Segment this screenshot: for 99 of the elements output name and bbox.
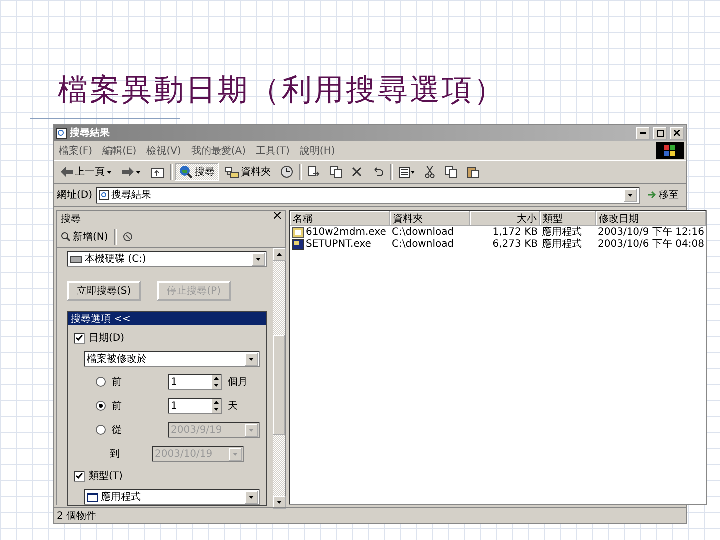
menu-item[interactable]: 檢視(V) [142,144,186,158]
date-type-dropdown[interactable]: 檔案被修改於 [84,351,260,367]
table-cell: C:\download [392,226,454,238]
go-arrow-icon [647,190,657,200]
help-icon[interactable] [123,232,134,242]
undo-icon [372,167,384,177]
table-cell-text: 2003/10/6 下午 04:08 [598,238,704,251]
down-arrow-icon [233,452,238,456]
checkbox[interactable] [74,332,85,344]
globe-search-icon [179,165,193,179]
close-icon [674,130,680,136]
checkbox-label: 日期(D) [89,332,125,345]
radio-label: 前 [112,400,123,413]
check-icon [76,335,83,341]
radio-label: 前 [112,376,123,389]
scrollbar[interactable] [273,248,285,509]
search-page-icon [98,190,109,200]
menu-item[interactable]: 編輯(E) [98,144,142,158]
search-button[interactable]: 搜尋 [175,163,219,181]
table-cell: 6,273 KB [492,238,538,250]
column-header[interactable]: 名稱 [290,211,390,226]
minimize-button[interactable] [636,126,650,140]
radio-button[interactable] [96,377,106,387]
up-arrow-icon [214,401,219,404]
table-cell-text: 應用程式 [542,226,582,238]
new-search-button[interactable]: 新增(N) [61,230,108,244]
table-cell: 1,172 KB [492,226,538,238]
search-options-header[interactable]: 搜尋選項 << [68,312,266,325]
down-arrow-icon [249,496,254,498]
folders-button[interactable]: 資料夾 [221,163,275,181]
down-arrow-icon [136,170,141,174]
column-header[interactable]: 大小 [470,211,540,226]
unit-label: 個月 [228,376,248,389]
menu-item[interactable]: 檔案(F) [54,144,98,158]
number-spinner[interactable]: 1 [168,398,222,414]
up-arrow-icon [277,253,282,256]
checkbox-label: 類型(T) [89,470,123,483]
close-icon[interactable] [274,212,281,219]
down-arrow-icon [107,170,112,174]
copy-icon [445,166,457,178]
number-spinner[interactable]: 1 [168,374,222,390]
right-arrow-icon [122,167,134,177]
go-button[interactable]: 移至 [643,188,683,202]
installer-file-icon [292,238,304,250]
radio-label: 從 [112,424,123,437]
scissors-icon [425,166,435,178]
folder-up-icon [151,166,164,178]
maximize-icon [656,130,664,136]
menu-item[interactable]: 我的最愛(A) [186,144,251,158]
address-label: 網址(D) [57,188,93,202]
unit-label: 天 [228,400,238,413]
down-arrow-icon [214,408,219,411]
copy-icon [330,166,342,178]
column-header[interactable]: 修改日期 [596,211,706,226]
down-arrow-icon [256,258,261,260]
delete-icon [352,167,362,177]
left-arrow-icon [61,167,73,177]
column-header[interactable]: 資料夾 [390,211,470,226]
down-arrow-icon [249,358,254,360]
table-cell-text: 2003/10/9 下午 12:16 [598,226,704,239]
maximize-button[interactable] [653,126,667,140]
checkbox[interactable] [74,470,85,482]
search-now-button[interactable]: 立即搜尋(S) [67,281,142,301]
search-window-icon [56,128,67,138]
check-icon [76,473,83,479]
down-arrow-icon [277,501,282,504]
down-arrow-icon [214,384,219,387]
window-icon [87,492,98,502]
hard-drive-icon [70,256,82,262]
menu-item[interactable]: 工具(T) [251,144,295,158]
slide-title: 檔案異動日期（利用搜尋選項） [58,72,506,110]
table-cell-text: 應用程式 [542,238,582,251]
pane-title: 搜尋 [61,212,81,226]
close-button[interactable] [670,126,684,140]
magnifier-icon [61,232,71,242]
table-cell: C:\download [392,238,454,250]
down-arrow-icon [628,194,633,196]
back-button[interactable]: 上一頁 [57,163,116,181]
setup-file-icon [292,226,304,238]
radio-button[interactable] [96,401,106,411]
folders-icon [225,166,239,178]
window-title: 搜尋結果 [70,126,110,140]
menu-item[interactable]: 說明(H) [294,144,340,158]
paste-icon [467,166,479,178]
down-arrow-icon [249,428,254,432]
column-header[interactable]: 類型 [540,211,596,226]
address-field[interactable]: 搜尋結果 [96,186,640,204]
status-text: 2 個物件 [57,510,97,522]
flag-icon [664,145,676,156]
views-icon [399,166,415,178]
table-cell: SETUPNT.exe [306,238,372,250]
look-in-dropdown[interactable]: 本機硬碟 (C:) [67,251,267,267]
file-type-dropdown[interactable]: 應用程式 [84,489,260,505]
table-cell: 610w2mdm.exe [306,226,386,238]
clock-icon [281,166,293,178]
move-to-icon [308,166,320,178]
up-arrow-icon [214,377,219,380]
to-label: 到 [110,448,121,461]
minimize-icon [640,132,646,134]
